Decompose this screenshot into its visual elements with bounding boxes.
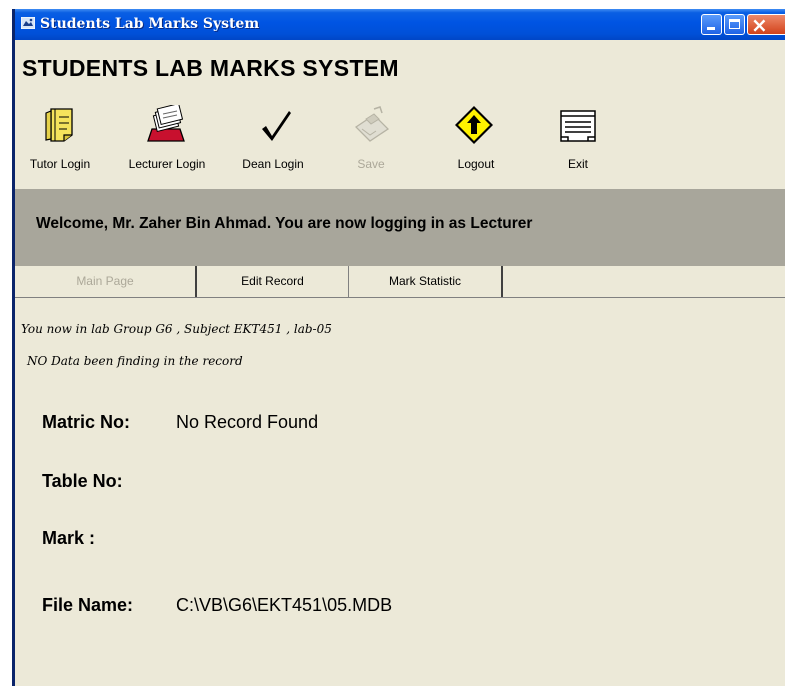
matric-no-value: No Record Found [176, 412, 319, 432]
window-title: Students Lab Marks System [40, 16, 260, 32]
minimize-button[interactable] [701, 14, 722, 35]
tutor-login-label: Tutor Login [29, 157, 91, 171]
file-name-label: File Name: [42, 595, 134, 615]
welcome-banner: Welcome, Mr. Zaher Bin Ahmad. You are no… [15, 189, 785, 266]
table-no-label: Table No: [42, 471, 123, 491]
save-label: Save [357, 157, 385, 171]
file-name-value: C:\VB\G6\EKT451\05.MDB [176, 595, 393, 615]
warning-arrow-icon [455, 106, 493, 144]
checkmark-icon [262, 111, 291, 141]
tab-edit-record[interactable]: Edit Record [197, 266, 349, 297]
main-panel: You now in lab Group G6 , Subject EKT451… [15, 297, 785, 686]
minimize-icon [707, 27, 715, 30]
app-icon [21, 17, 35, 29]
tab-strip: Main Page Edit Record Mark Statistic [15, 266, 785, 297]
no-data-text: NO Data been finding in the record [27, 354, 243, 368]
dean-login-label: Dean Login [242, 157, 304, 171]
title-bar[interactable]: Students Lab Marks System × [15, 9, 785, 40]
matric-no-label: Matric No: [42, 412, 131, 432]
card-file-icon [147, 105, 185, 142]
notebook-icon [45, 108, 73, 142]
logout-label: Logout [457, 157, 495, 171]
welcome-text: Welcome, Mr. Zaher Bin Ahmad. You are no… [36, 215, 533, 232]
tab-main-page[interactable]: Main Page [15, 266, 197, 297]
app-window: Students Lab Marks System × STUDENTS LAB… [12, 9, 785, 686]
lecturer-login-label: Lecturer Login [128, 157, 206, 171]
note-pad-icon [560, 110, 596, 142]
close-button[interactable]: × [747, 13, 785, 37]
lab-status-text: You now in lab Group G6 , Subject EKT451… [21, 322, 332, 336]
disk-icon [354, 106, 390, 142]
exit-label: Exit [567, 157, 589, 171]
maximize-button[interactable] [724, 14, 745, 35]
app-heading: STUDENTS LAB MARKS SYSTEM [22, 55, 399, 81]
tab-mark-statistic[interactable]: Mark Statistic [349, 266, 503, 297]
close-icon: × [751, 13, 768, 37]
mark-label: Mark : [42, 528, 96, 548]
maximize-icon [729, 19, 740, 29]
